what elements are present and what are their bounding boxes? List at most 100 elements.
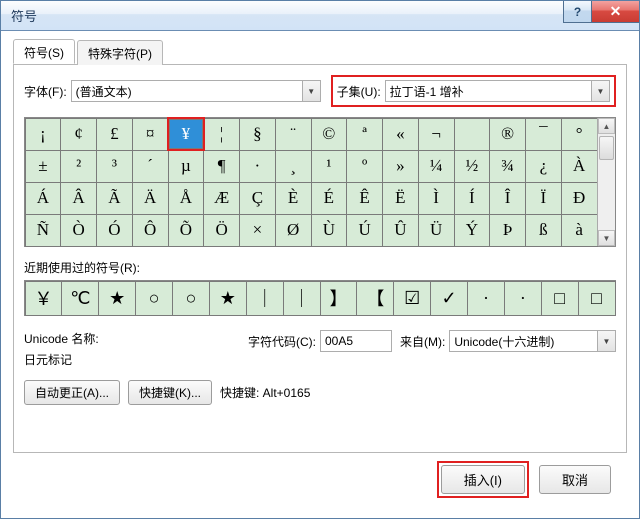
symbol-cell[interactable]: Á	[25, 182, 62, 215]
symbol-cell[interactable]: Þ	[489, 214, 526, 247]
insert-button[interactable]: 插入(I)	[441, 465, 525, 494]
symbol-cell[interactable]: ©	[311, 118, 348, 151]
symbol-cell[interactable]: Â	[60, 182, 97, 215]
symbol-cell[interactable]: Ü	[418, 214, 455, 247]
symbol-cell[interactable]: °	[561, 118, 598, 151]
symbol-cell[interactable]: ¿	[525, 150, 562, 183]
scroll-down-button[interactable]: ▼	[598, 230, 615, 246]
symbol-cell[interactable]: ·	[239, 150, 276, 183]
tab-symbols[interactable]: 符号(S)	[13, 39, 75, 64]
symbol-cell[interactable]: Ã	[96, 182, 133, 215]
autocorrect-button[interactable]: 自动更正(A)...	[24, 380, 120, 405]
recent-symbol-cell[interactable]: ℃	[61, 281, 99, 316]
symbol-cell[interactable]: Å	[168, 182, 205, 215]
from-combo-button[interactable]: ▼	[597, 331, 615, 351]
symbol-cell[interactable]: Æ	[203, 182, 240, 215]
symbol-cell[interactable]: à	[561, 214, 598, 247]
recent-symbol-cell[interactable]: 【	[356, 281, 394, 316]
scroll-thumb[interactable]	[599, 136, 614, 160]
symbol-cell[interactable]: Ø	[275, 214, 312, 247]
font-combo[interactable]: (普通文本) ▼	[71, 80, 321, 102]
symbol-cell[interactable]: ª	[346, 118, 383, 151]
recent-symbol-cell[interactable]: ★	[209, 281, 247, 316]
symbol-cell[interactable]: ½	[454, 150, 491, 183]
recent-symbol-cell[interactable]: □	[578, 281, 616, 316]
tab-special-chars[interactable]: 特殊字符(P)	[77, 40, 163, 65]
symbol-cell[interactable]: £	[96, 118, 133, 151]
subset-combo-button[interactable]: ▼	[591, 81, 609, 101]
symbol-cell[interactable]: ¯	[525, 118, 562, 151]
symbol-cell[interactable]: ¶	[203, 150, 240, 183]
symbol-cell[interactable]: ®	[489, 118, 526, 151]
symbol-cell[interactable]: À	[561, 150, 598, 183]
recent-symbol-cell[interactable]: ✓	[430, 281, 468, 316]
symbol-cell[interactable]: Ý	[454, 214, 491, 247]
close-button[interactable]: ✕	[591, 1, 639, 23]
symbol-cell[interactable]: ¼	[418, 150, 455, 183]
symbol-cell[interactable]: Ò	[60, 214, 97, 247]
symbol-cell[interactable]: Ì	[418, 182, 455, 215]
symbol-cell[interactable]: Ê	[346, 182, 383, 215]
symbol-cell[interactable]: Î	[489, 182, 526, 215]
subset-combo[interactable]: 拉丁语-1 增补 ▼	[385, 80, 610, 102]
recent-symbol-cell[interactable]: ○	[172, 281, 210, 316]
symbol-cell[interactable]: º	[346, 150, 383, 183]
symbol-cell[interactable]: Ú	[346, 214, 383, 247]
recent-symbol-cell[interactable]: □	[541, 281, 579, 316]
symbol-cell[interactable]: Ï	[525, 182, 562, 215]
symbol-cell[interactable]: Í	[454, 182, 491, 215]
symbol-cell[interactable]: Ð	[561, 182, 598, 215]
symbol-cell[interactable]: Ó	[96, 214, 133, 247]
symbol-cell[interactable]: Ù	[311, 214, 348, 247]
symbol-cell[interactable]: Ä	[132, 182, 169, 215]
symbol-cell[interactable]: Ö	[203, 214, 240, 247]
symbol-cell[interactable]: ¹	[311, 150, 348, 183]
char-code-input[interactable]: 00A5	[320, 330, 392, 352]
shortcut-key-button[interactable]: 快捷键(K)...	[128, 380, 212, 405]
symbol-cell[interactable]: ¡	[25, 118, 62, 151]
recent-symbol-cell[interactable]: ·	[504, 281, 542, 316]
symbol-cell[interactable]: ´	[132, 150, 169, 183]
symbol-cell[interactable]: «	[382, 118, 419, 151]
symbol-cell[interactable]: ¬	[418, 118, 455, 151]
symbol-cell[interactable]: É	[311, 182, 348, 215]
font-combo-button[interactable]: ▼	[302, 81, 320, 101]
symbol-cell[interactable]: Õ	[168, 214, 205, 247]
symbol-cell[interactable]: ³	[96, 150, 133, 183]
recent-symbol-cell[interactable]: ★	[98, 281, 136, 316]
symbol-cell[interactable]: §	[239, 118, 276, 151]
symbol-cell[interactable]: ¤	[132, 118, 169, 151]
symbol-cell[interactable]: ¸	[275, 150, 312, 183]
symbol-cell[interactable]: Ñ	[25, 214, 62, 247]
symbol-cell[interactable]: ¢	[60, 118, 97, 151]
symbol-cell[interactable]: ¨	[275, 118, 312, 151]
symbol-cell[interactable]: ²	[60, 150, 97, 183]
recent-symbol-cell[interactable]: 】	[320, 281, 358, 316]
scroll-track[interactable]	[598, 134, 615, 230]
symbol-cell[interactable]: ß	[525, 214, 562, 247]
symbol-cell[interactable]: »	[382, 150, 419, 183]
symbol-cell[interactable]: ¥	[169, 119, 203, 149]
grid-scrollbar[interactable]: ▲ ▼	[597, 118, 615, 246]
symbol-cell[interactable]: Û	[382, 214, 419, 247]
symbol-cell[interactable]: ¦	[203, 118, 240, 151]
symbol-cell[interactable]: ±	[25, 150, 62, 183]
from-combo[interactable]: Unicode(十六进制) ▼	[449, 330, 616, 352]
symbol-cell[interactable]: ×	[239, 214, 276, 247]
scroll-up-button[interactable]: ▲	[598, 118, 615, 134]
symbol-cell[interactable]: ¾	[489, 150, 526, 183]
help-button[interactable]: ?	[563, 1, 591, 23]
recent-symbol-cell[interactable]: ○	[135, 281, 173, 316]
cancel-button[interactable]: 取消	[539, 465, 611, 494]
symbol-cell[interactable]: µ	[168, 150, 205, 183]
recent-symbol-cell[interactable]: ￥	[25, 281, 63, 316]
recent-symbol-cell[interactable]: ｜	[246, 281, 284, 316]
symbol-cell[interactable]: Ë	[382, 182, 419, 215]
recent-symbol-cell[interactable]: ｜	[283, 281, 321, 316]
symbol-cell[interactable]: È	[275, 182, 312, 215]
symbol-cell[interactable]: Ç	[239, 182, 276, 215]
symbol-cell[interactable]: ­	[454, 118, 491, 151]
recent-symbol-cell[interactable]: ·	[467, 281, 505, 316]
recent-symbol-cell[interactable]: ☑	[393, 281, 431, 316]
symbol-cell[interactable]: Ô	[132, 214, 169, 247]
